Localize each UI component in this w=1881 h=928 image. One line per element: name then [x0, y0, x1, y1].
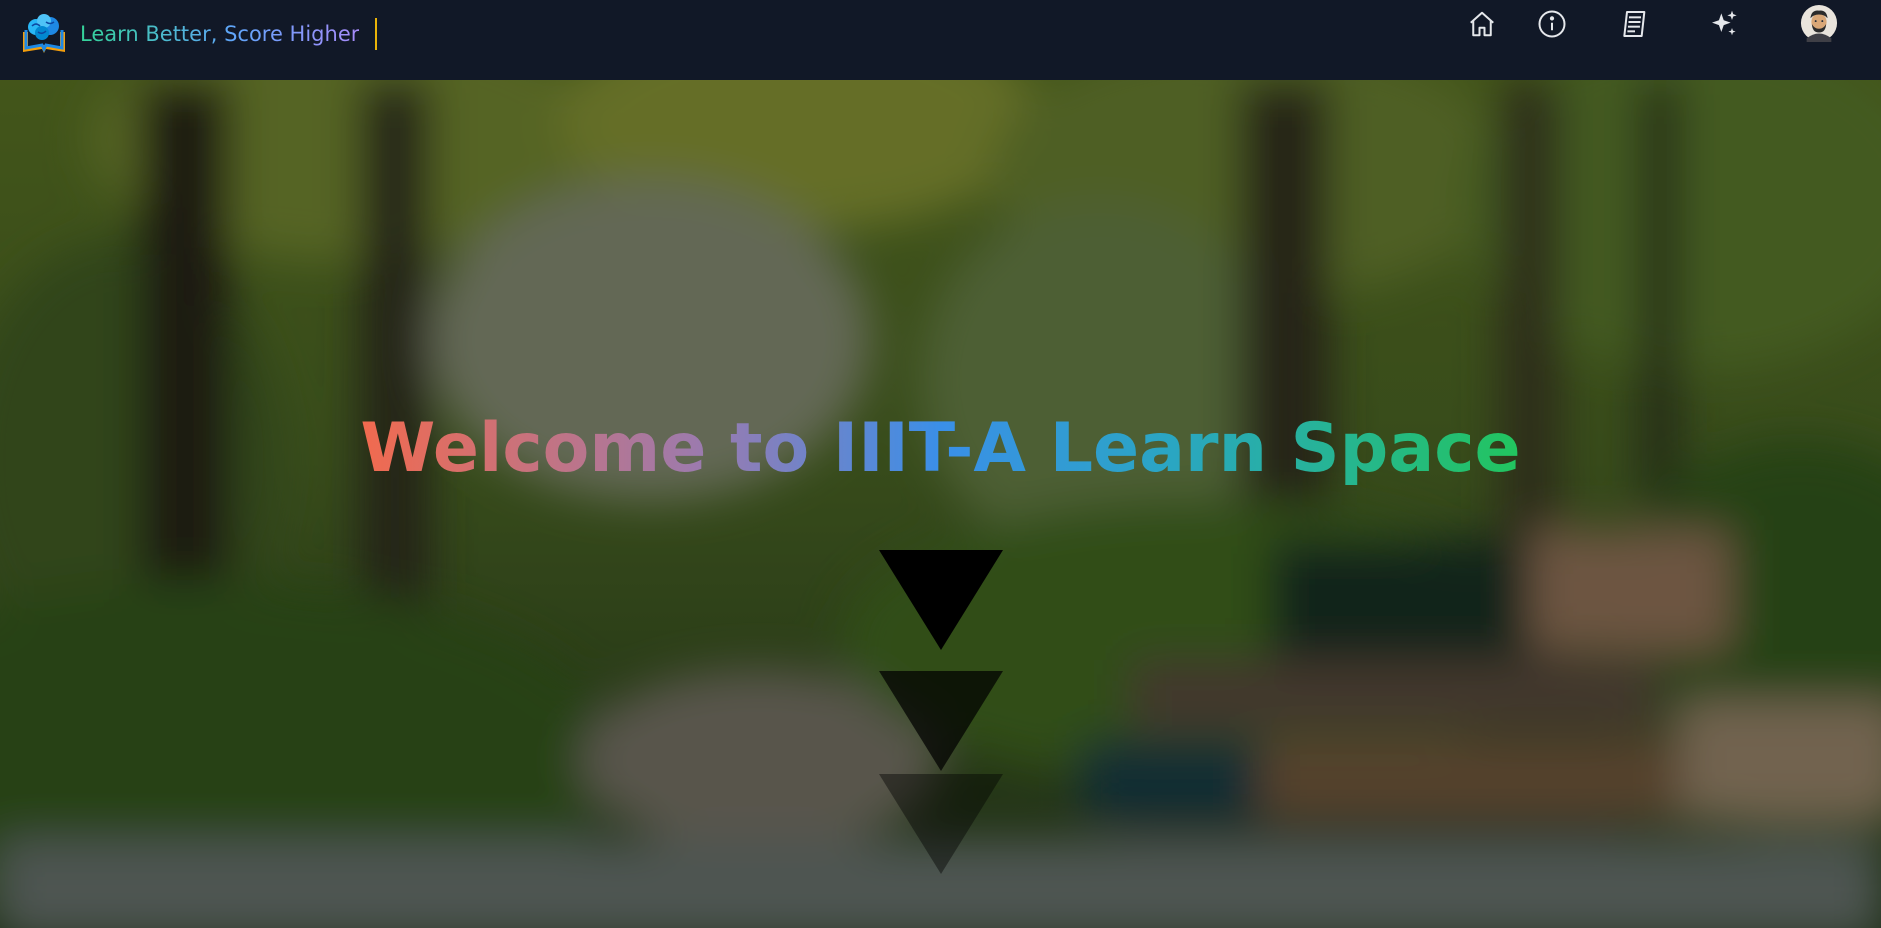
- chevron-down-icon: [879, 774, 1003, 874]
- scroll-down-arrow-2[interactable]: [879, 671, 1003, 771]
- user-avatar: [1800, 4, 1838, 42]
- scroll-down-arrow-3[interactable]: [879, 774, 1003, 874]
- info-icon: [1538, 10, 1566, 38]
- ai-assistant-button[interactable]: [1704, 4, 1744, 44]
- notes-button[interactable]: [1615, 4, 1655, 44]
- home-button[interactable]: [1462, 4, 1502, 44]
- about-button[interactable]: [1532, 4, 1572, 44]
- sparkles-icon: [1712, 10, 1737, 36]
- profile-button[interactable]: [1799, 3, 1839, 43]
- brand-tagline: Learn Better, Score Higher: [80, 22, 360, 46]
- brand[interactable]: Learn Better, Score Higher: [20, 12, 378, 56]
- notes-icon: [1623, 11, 1646, 37]
- brain-book-logo-icon[interactable]: [20, 12, 68, 56]
- top-navbar: Learn Better, Score Higher: [0, 0, 1881, 80]
- nav-icon-bar: [1461, 4, 1881, 44]
- hero-section: Welcome to IIIT-A Learn Space: [0, 80, 1881, 928]
- typing-caret: [375, 18, 378, 50]
- home-icon: [1470, 11, 1494, 37]
- scroll-down-arrows-icon: [879, 550, 1003, 650]
- scroll-down-arrow-1[interactable]: [879, 550, 1003, 650]
- chevron-down-icon: [879, 671, 1003, 771]
- hero-title: Welcome to IIIT-A Learn Space: [360, 409, 1521, 488]
- page: Learn Better, Score Higher Welcome to II…: [0, 0, 1881, 928]
